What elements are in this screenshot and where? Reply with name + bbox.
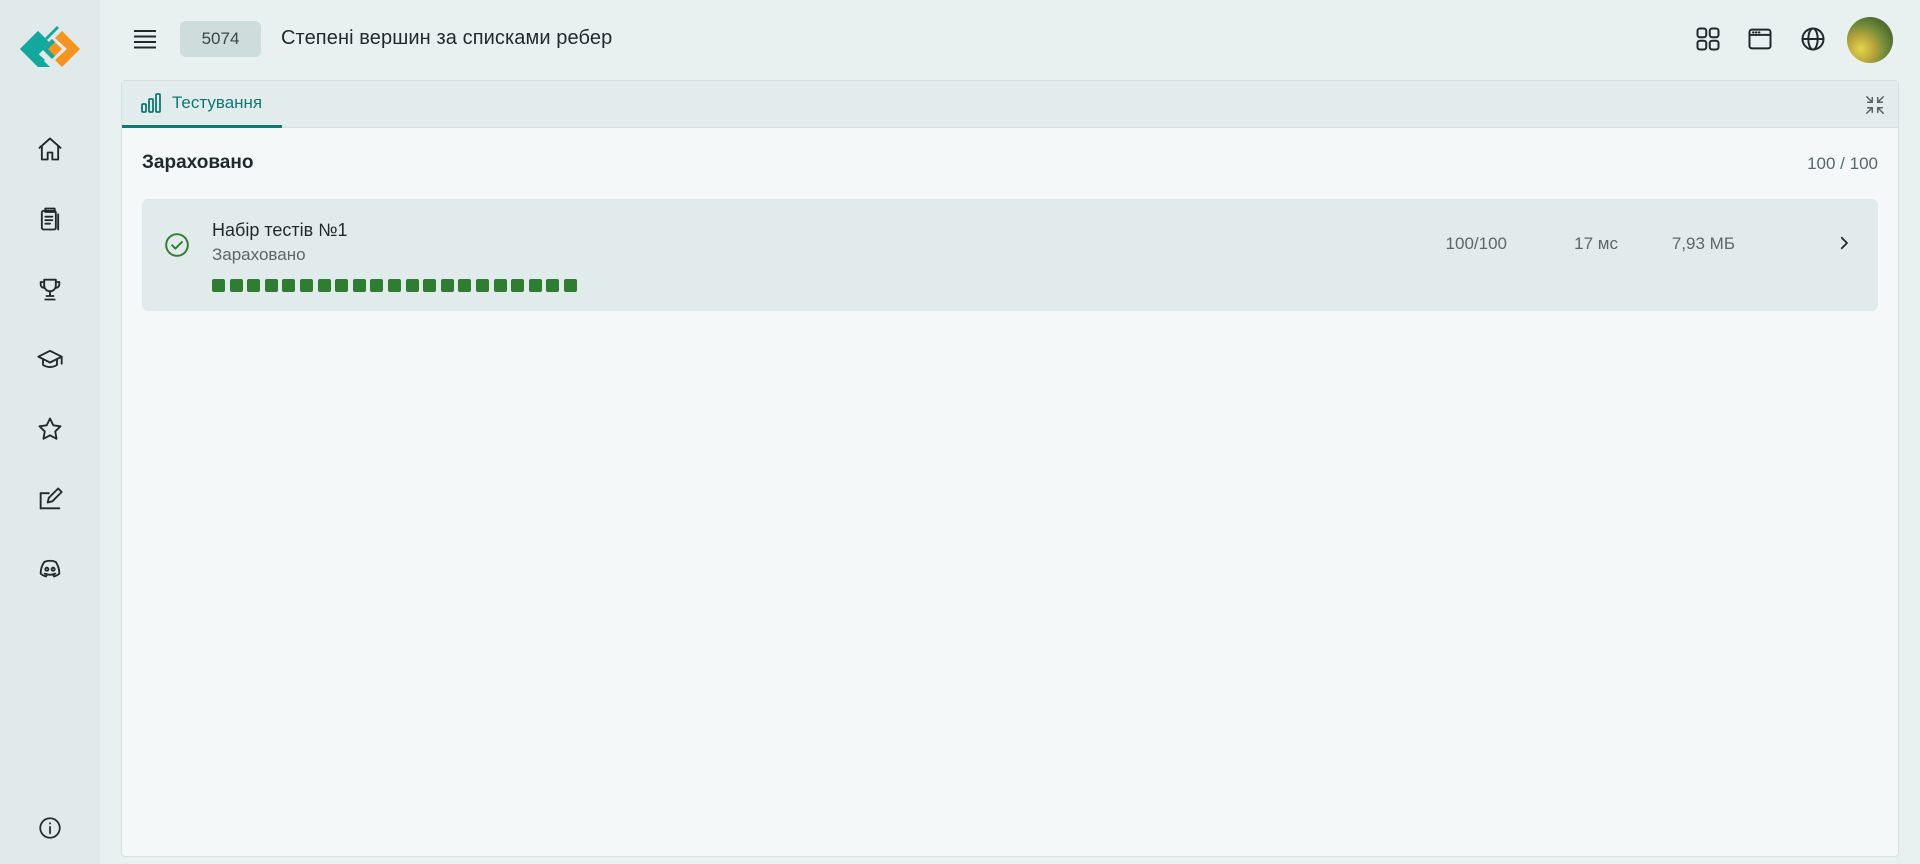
testset-name: Набір тестів №1 <box>212 220 348 240</box>
sidebar-item-discord[interactable] <box>30 549 70 589</box>
test-result-passed[interactable] <box>475 279 489 292</box>
app-logo[interactable] <box>19 26 81 72</box>
home-icon <box>38 137 62 161</box>
test-result-passed[interactable] <box>264 279 278 292</box>
page-title: Степені вершин за списками ребер <box>281 27 613 49</box>
test-result-passed[interactable] <box>546 279 560 292</box>
test-result-passed[interactable] <box>563 279 577 292</box>
info-button[interactable] <box>30 808 70 848</box>
test-result-passed[interactable] <box>212 279 225 292</box>
test-result-passed[interactable] <box>528 279 542 292</box>
edit-icon <box>39 487 63 510</box>
testset-time: 17 мс <box>1574 234 1618 253</box>
window-button[interactable] <box>1743 22 1777 56</box>
testset-row[interactable]: Набір тестів №1 Зараховано 100/100 17 мс… <box>142 199 1878 311</box>
test-results-strip <box>212 279 577 292</box>
sidebar-item-editor[interactable] <box>30 479 70 519</box>
tab-testing[interactable]: Тестування <box>122 81 282 128</box>
verdict-score: 100 / 100 <box>1807 154 1878 173</box>
graduation-cap-icon <box>37 349 63 368</box>
sidebar-item-courses[interactable] <box>30 339 70 379</box>
test-result-passed[interactable] <box>299 279 313 292</box>
apps-button[interactable] <box>1691 22 1725 56</box>
tab-testing-label: Тестування <box>172 93 263 112</box>
bar-chart-icon <box>141 93 161 113</box>
testset-status: Зараховано <box>212 245 306 264</box>
test-result-passed[interactable] <box>352 279 366 292</box>
test-result-passed[interactable] <box>423 279 437 292</box>
test-result-passed[interactable] <box>370 279 384 292</box>
hamburger-menu-icon <box>134 30 156 49</box>
trophy-icon <box>39 278 61 301</box>
clipboard-list-icon <box>40 207 60 231</box>
sidebar-item-favorites[interactable] <box>30 409 70 449</box>
test-result-passed[interactable] <box>317 279 331 292</box>
globe-icon <box>1801 27 1825 51</box>
apps-grid-icon <box>1696 27 1720 51</box>
chevron-right-icon[interactable] <box>1832 231 1856 255</box>
testing-panel: Тестування Зараховано 100 / 100 Набір те… <box>121 80 1899 857</box>
verdict-title: Зараховано <box>142 152 254 173</box>
sidebar-item-home[interactable] <box>30 129 70 169</box>
test-result-passed[interactable] <box>511 279 525 292</box>
discord-icon <box>39 559 61 578</box>
test-result-passed[interactable] <box>282 279 296 292</box>
test-result-passed[interactable] <box>493 279 507 292</box>
testset-score: 100/100 <box>1445 234 1507 253</box>
collapse-button[interactable] <box>1862 92 1888 118</box>
sidebar <box>0 0 100 864</box>
test-result-passed[interactable] <box>247 279 261 292</box>
menu-toggle-button[interactable] <box>128 22 162 56</box>
info-icon <box>39 817 61 839</box>
language-button[interactable] <box>1796 22 1830 56</box>
test-result-passed[interactable] <box>387 279 401 292</box>
avatar[interactable] <box>1847 17 1893 63</box>
problem-id-badge: 5074 <box>180 21 261 57</box>
test-result-passed[interactable] <box>229 279 243 292</box>
test-result-passed[interactable] <box>440 279 454 292</box>
browser-window-icon <box>1748 28 1772 50</box>
sidebar-item-problems[interactable] <box>30 199 70 239</box>
testset-memory: 7,93 МБ <box>1671 234 1735 253</box>
test-result-passed[interactable] <box>405 279 419 292</box>
test-result-passed[interactable] <box>458 279 472 292</box>
check-circle-icon <box>164 232 190 258</box>
star-icon <box>38 417 62 440</box>
test-result-passed[interactable] <box>335 279 349 292</box>
panel-tabs: Тестування <box>122 81 1898 128</box>
sidebar-item-contests[interactable] <box>30 269 70 309</box>
collapse-icon <box>1866 96 1884 114</box>
